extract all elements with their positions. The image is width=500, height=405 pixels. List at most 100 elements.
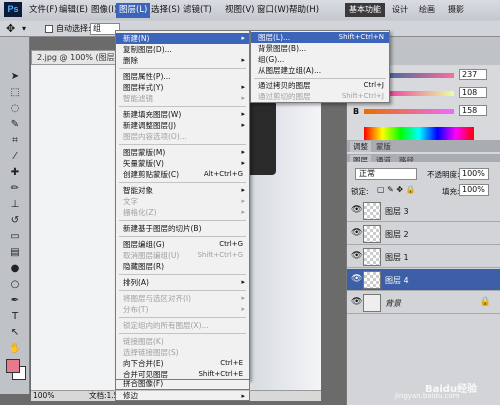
blend-mode-dropdown[interactable]: 正常 [355,168,417,180]
chevron-down-icon[interactable]: ▾ [22,24,26,33]
menu-select[interactable]: 选择(S) [148,3,183,18]
move-tool-icon[interactable]: ✥ [6,22,15,35]
watermark-url: jingyan.baidu.com [395,392,460,400]
submenu-item-layer-via-copy[interactable]: 通过拷贝的图层 Ctrl+J [251,80,389,91]
menu-item-flatten-image[interactable]: 拼合图像(F) [116,379,249,389]
move-tool-icon[interactable]: ➤ [8,71,22,83]
auto-select-checkbox[interactable] [45,25,53,33]
path-select-tool-icon[interactable]: ↖ [8,327,22,339]
menu-separator [119,106,246,107]
auto-select-label: 自动选择: [56,24,91,33]
menu-item-type: 文字 ▸ [123,197,245,206]
lasso-tool-icon[interactable]: ◌ [8,103,22,115]
layer-name: 图层 1 [385,253,409,262]
eyedropper-tool-icon[interactable]: ⁄ [8,151,22,163]
crop-tool-icon[interactable]: ⌗ [8,135,22,147]
menu-item-matting[interactable]: 修边 ▸ [116,391,249,401]
workspace-painting[interactable]: 绘画 [415,3,439,17]
menu-item-smart-objects[interactable]: 智能对象 ▸ [116,185,249,196]
brush-tool-icon[interactable]: ✏ [8,183,22,195]
layer-menu-continued: 拼合图像(F) [115,379,250,390]
layer-row[interactable]: 👁 图层 1 [347,246,500,268]
eye-icon[interactable]: 👁 [351,228,362,238]
layer-menu-continued-2: 修边 ▸ [115,390,250,401]
menu-bar: Ps 文件(F) 编辑(E) 图像(I) 图层(L) 选择(S) 滤镜(T) 视… [0,0,500,20]
tab-masks[interactable]: 蒙版 [373,141,394,152]
blur-tool-icon[interactable]: ● [8,263,22,275]
menu-item-group-layers[interactable]: 图层编组(G) Ctrl+G [116,239,249,250]
fill-input[interactable]: 100% [459,184,489,196]
hand-tool-icon[interactable]: ✋ [8,343,22,355]
history-brush-tool-icon[interactable]: ↺ [8,215,22,227]
menu-item-distribute: 分布(T) ▸ [123,305,245,314]
layer-row[interactable]: 👁 背景 🔒 [347,292,500,314]
blue-slider[interactable] [364,109,454,114]
layer-name: 图层 4 [385,276,409,285]
menu-item-align-to-selection: 将图层与选区对齐(I) ▸ [123,294,245,303]
menu-separator [254,78,386,79]
menu-layer[interactable]: 图层(L) [116,3,151,18]
marquee-tool-icon[interactable]: ⬚ [8,87,22,99]
layer-thumbnail [363,248,381,266]
opacity-input[interactable]: 100% [459,168,489,180]
eraser-tool-icon[interactable]: ▭ [8,231,22,243]
menu-item-layer-mask[interactable]: 图层蒙版(M) ▸ [116,147,249,158]
menu-separator [119,144,246,145]
submenu-item-group-from-layers[interactable]: 从图层建立组(A)... [251,65,389,76]
menu-separator [119,236,246,237]
menu-item-arrange[interactable]: 排列(A) ▸ [116,277,249,288]
submenu-item-group[interactable]: 组(G)... [251,54,389,65]
menu-item-delete[interactable]: 删除 ▸ [116,55,249,66]
blue-value[interactable]: 158 [459,105,487,116]
eye-icon[interactable]: 👁 [351,274,362,284]
tab-adjustments[interactable]: 调整 [350,141,371,152]
submenu-item-layer[interactable]: 图层(L)... Shift+Ctrl+N [251,32,389,43]
menu-item-merge-visible[interactable]: 合并可见图层 Shift+Ctrl+E [116,369,249,379]
menu-item-duplicate-layer[interactable]: 复制图层(D)... [116,44,249,55]
layer-thumbnail [363,202,381,220]
layers-panel: 正常 不透明度: 100% 锁定: ▢ ✎ ✥ 🔒 填充: 100% 👁 图层 … [347,162,500,405]
menu-item-create-clipping-mask[interactable]: 创建剪贴蒙版(C) Alt+Ctrl+G [116,169,249,180]
menu-item-new[interactable]: 新建(N) ▸ [116,33,249,44]
menu-item-hide-layers[interactable]: 隐藏图层(R) [116,261,249,272]
menu-item-new-layer-based-slice[interactable]: 新建基于图层的切片(B) [116,223,249,234]
healing-brush-tool-icon[interactable]: ✚ [8,167,22,179]
menu-item-layer-style[interactable]: 图层样式(Y) ▸ [116,82,249,93]
workspace-essentials[interactable]: 基本功能 [345,3,385,17]
pen-tool-icon[interactable]: ✒ [8,295,22,307]
red-value[interactable]: 237 [459,69,487,80]
menu-help[interactable]: 帮助(H) [286,3,322,18]
quick-select-tool-icon[interactable]: ✎ [8,119,22,131]
type-tool-icon[interactable]: T [8,311,22,323]
layer-name: 图层 3 [385,207,409,216]
menu-item-merge-down[interactable]: 向下合并(E) Ctrl+E [116,358,249,369]
green-value[interactable]: 108 [459,87,487,98]
dodge-tool-icon[interactable]: ○ [8,279,22,291]
submenu-item-background-layer[interactable]: 背景图层(B)... [251,43,389,54]
layer-row[interactable]: 👁 图层 2 [347,223,500,245]
menu-item-new-fill-layer[interactable]: 新建填充图层(W) ▸ [116,109,249,120]
menu-item-vector-mask[interactable]: 矢量蒙版(V) ▸ [116,158,249,169]
workspace-design[interactable]: 设计 [388,3,412,17]
menu-item-layer-properties[interactable]: 图层属性(P)... [116,71,249,82]
photoshop-logo-icon: Ps [4,2,22,17]
menu-item-lock-all-layers-in-group: 锁定组内的所有图层(X)... [123,321,209,330]
layer-row-selected[interactable]: 👁 图层 4 [347,269,500,291]
clone-stamp-tool-icon[interactable]: ⊥ [8,199,22,211]
menu-filter[interactable]: 滤镜(T) [180,3,215,18]
lock-icons[interactable]: ▢ ✎ ✥ 🔒 [377,185,416,194]
eye-icon[interactable]: 👁 [351,297,362,307]
gradient-tool-icon[interactable]: ▤ [8,247,22,259]
foreground-color-swatch[interactable] [6,359,20,373]
eye-icon[interactable]: 👁 [351,205,362,215]
menu-separator [119,274,246,275]
menu-edit[interactable]: 编辑(E) [56,3,91,18]
layer-row[interactable]: 👁 图层 3 [347,200,500,222]
eye-icon[interactable]: 👁 [351,251,362,261]
photo-hair [246,95,276,175]
menu-item-ungroup-layers: 取消图层编组(U) Shift+Ctrl+G [123,251,243,260]
menu-view[interactable]: 视图(V) [222,3,257,18]
workspace-photography[interactable]: 摄影 [444,3,468,17]
zoom-level[interactable]: 100% [33,391,54,401]
menu-item-new-adjustment-layer[interactable]: 新建调整图层(J) ▸ [116,120,249,131]
